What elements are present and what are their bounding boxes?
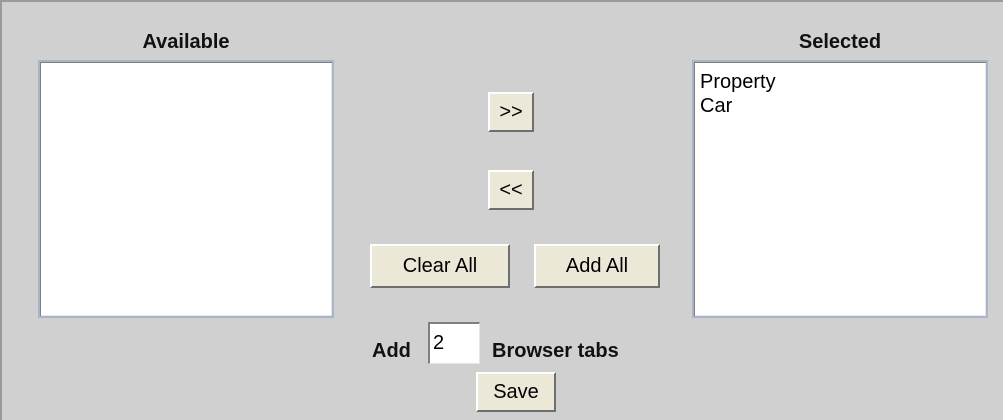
selected-listbox[interactable]: Property Car bbox=[692, 60, 988, 318]
save-button[interactable]: Save bbox=[476, 372, 556, 412]
move-right-button[interactable]: >> bbox=[488, 92, 534, 132]
browser-tabs-label: Browser tabs bbox=[492, 340, 619, 362]
move-left-button[interactable]: << bbox=[488, 170, 534, 210]
selected-list-item[interactable]: Property bbox=[694, 70, 986, 94]
browser-tabs-count-input[interactable] bbox=[428, 322, 480, 364]
clear-all-button[interactable]: Clear All bbox=[370, 244, 510, 288]
add-label: Add bbox=[372, 340, 411, 362]
add-all-button[interactable]: Add All bbox=[534, 244, 660, 288]
selection-panel: Available Selected Property Car >> << Cl… bbox=[0, 0, 1003, 420]
available-listbox[interactable] bbox=[38, 60, 334, 318]
selected-heading: Selected bbox=[798, 31, 882, 53]
selected-list-item[interactable]: Car bbox=[694, 94, 986, 118]
available-heading: Available bbox=[142, 31, 230, 53]
